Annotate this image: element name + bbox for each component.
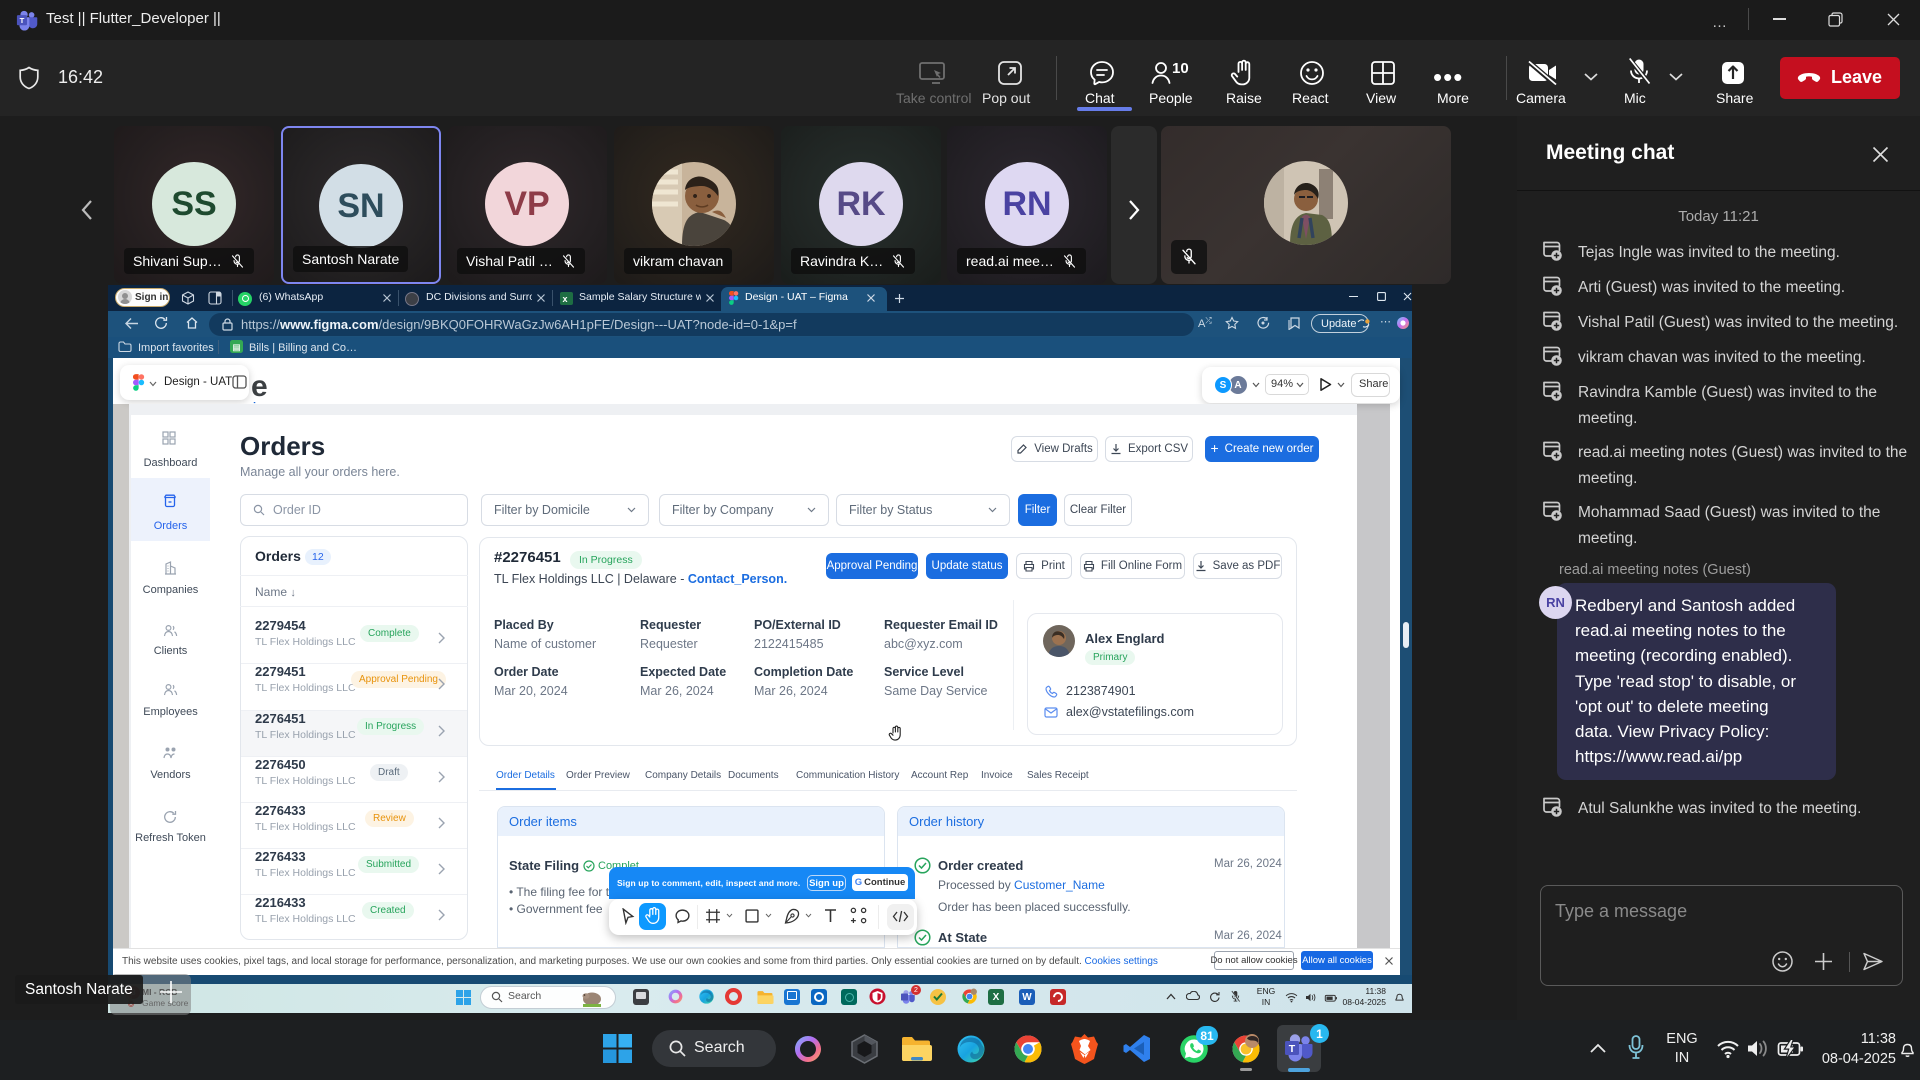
svg-text:T: T bbox=[1289, 1043, 1296, 1055]
svg-text:T: T bbox=[20, 16, 25, 25]
